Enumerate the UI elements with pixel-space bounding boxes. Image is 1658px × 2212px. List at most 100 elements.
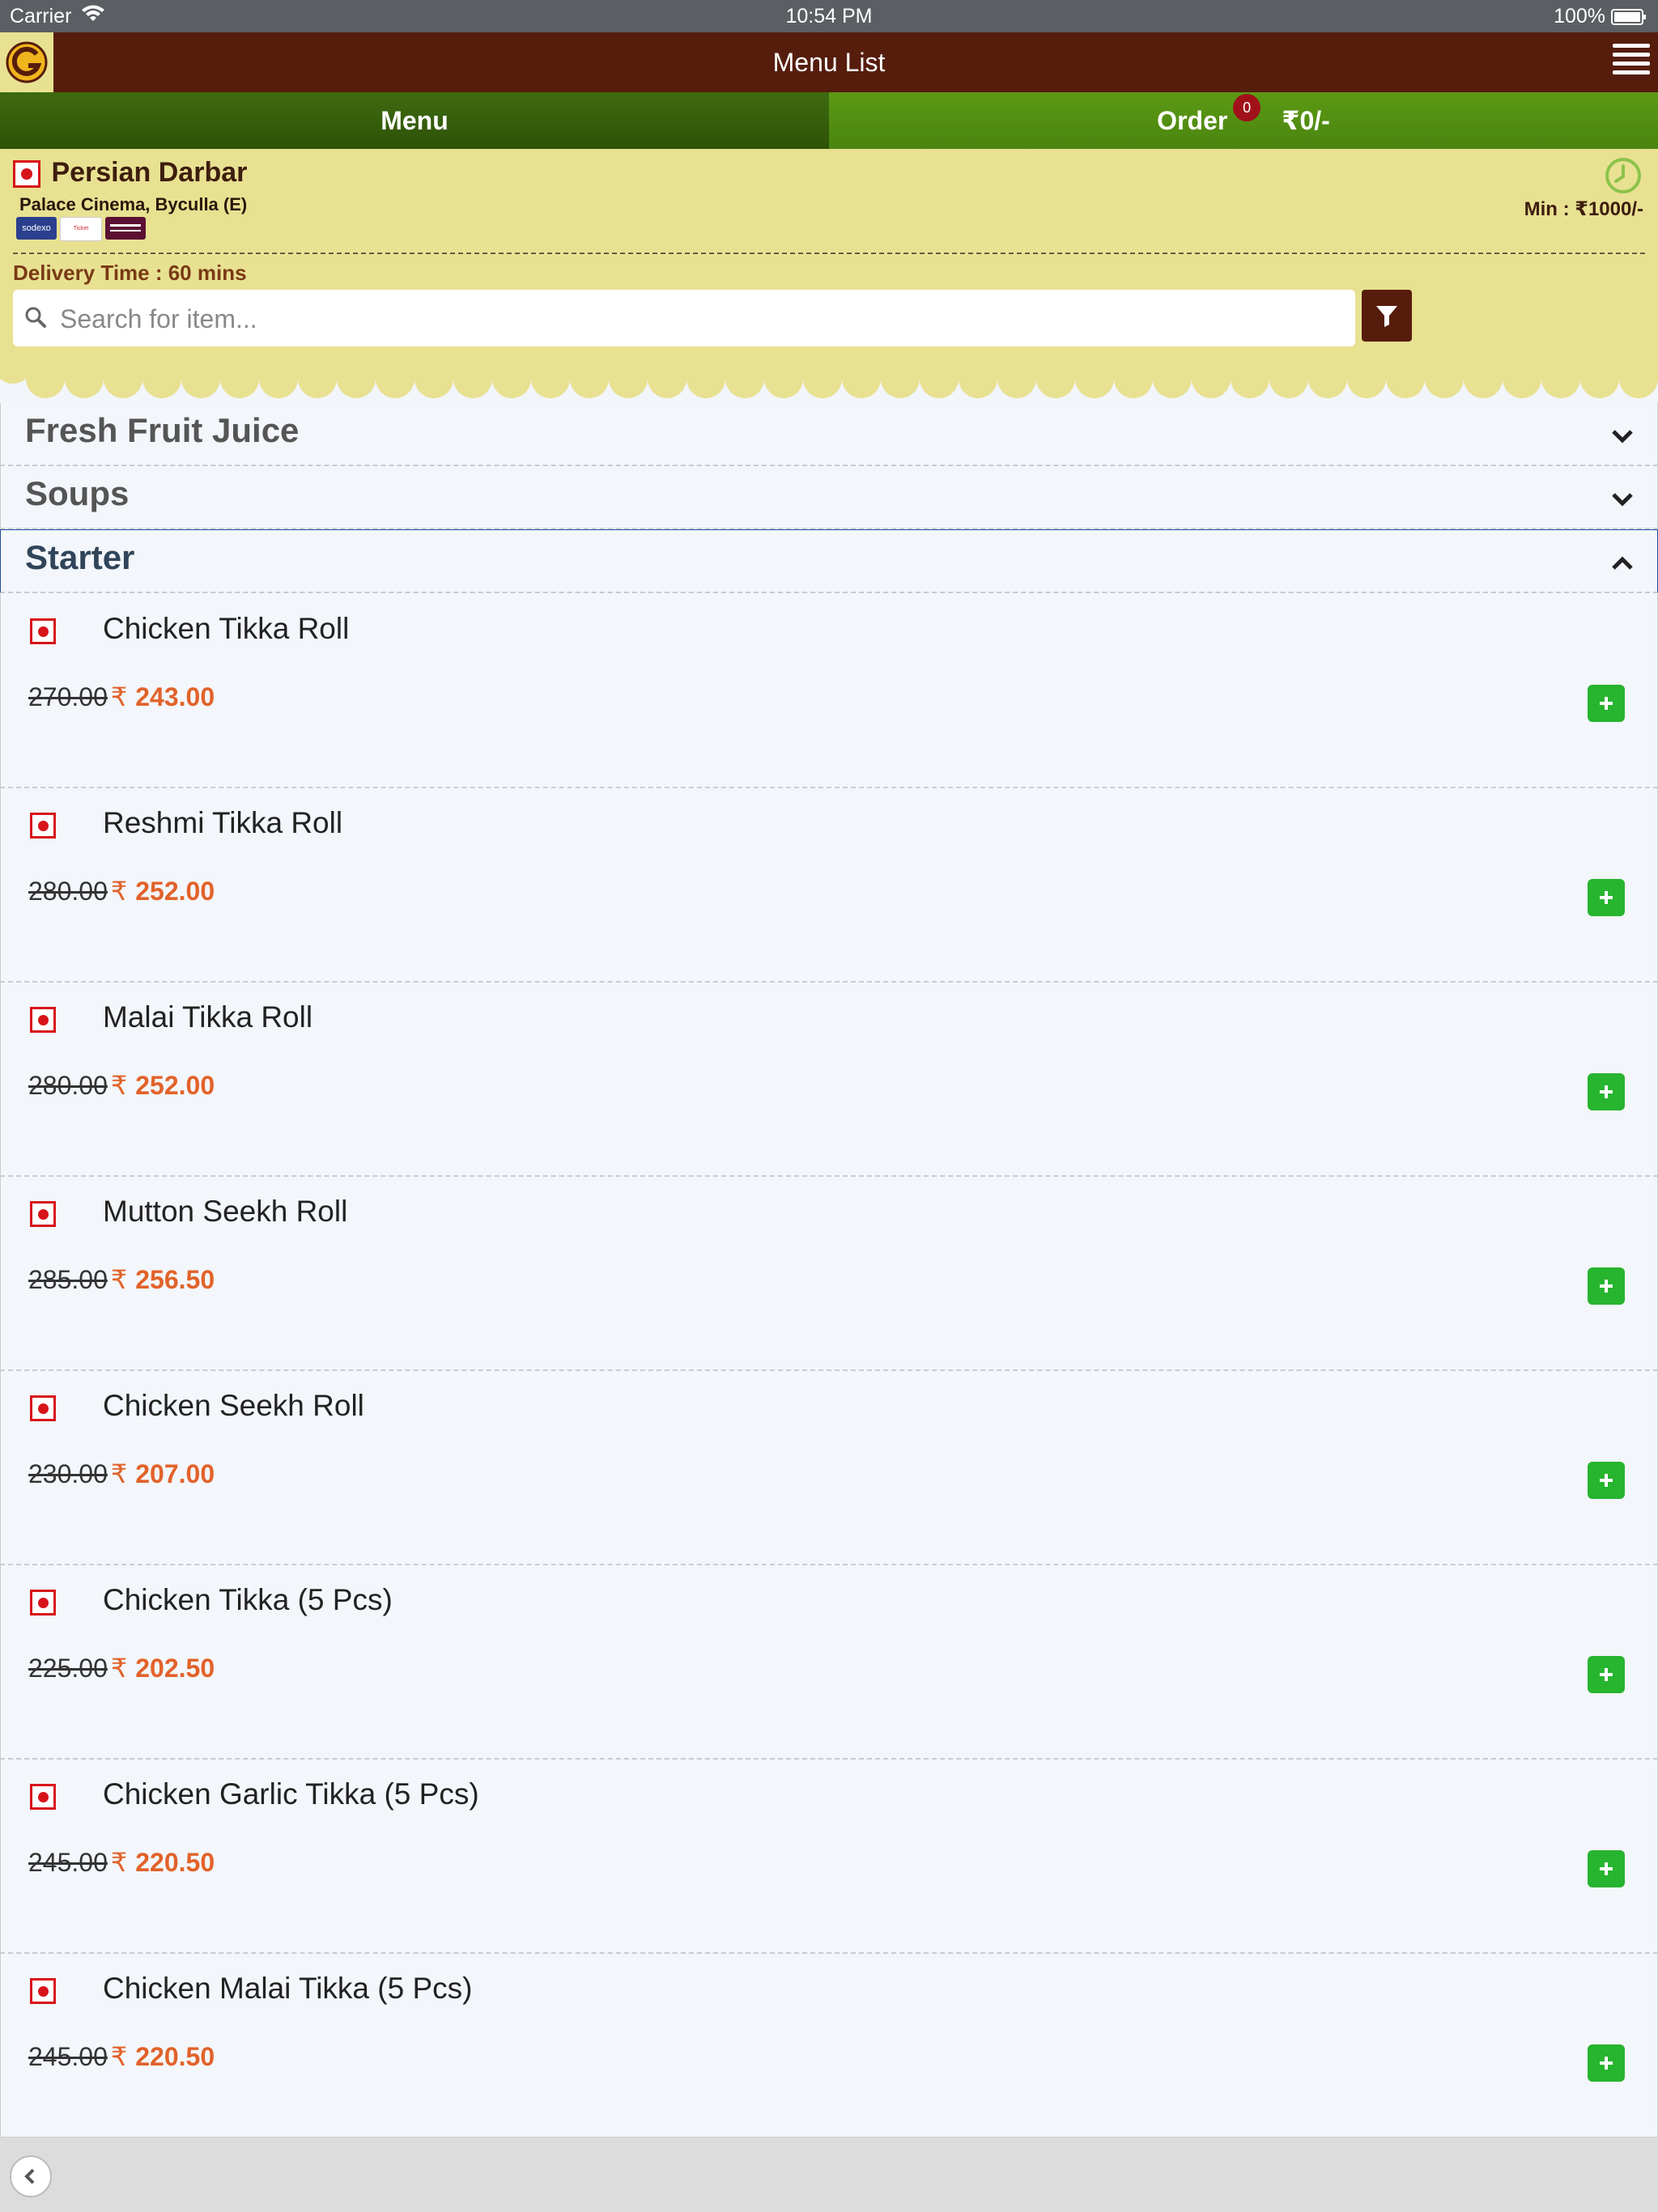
- nonveg-indicator-icon: [30, 813, 56, 839]
- item-price-row: 270.00 ₹243.00: [28, 681, 215, 712]
- add-item-button[interactable]: [1588, 2044, 1625, 2082]
- tab-menu-label: Menu: [380, 106, 449, 135]
- item-original-price: 245.00: [28, 1848, 108, 1877]
- menu-item: Reshmi Tikka Roll 280.00 ₹252.00: [0, 788, 1658, 983]
- item-price-row: 230.00 ₹207.00: [28, 1458, 215, 1489]
- rupee-icon: ₹: [110, 1654, 128, 1683]
- item-discount-price: 243.00: [135, 682, 215, 711]
- item-price-row: 280.00 ₹252.00: [28, 876, 215, 906]
- page-title: Menu List: [772, 48, 886, 77]
- battery-level: 100%: [1554, 5, 1647, 28]
- item-name: Chicken Seekh Roll: [103, 1389, 364, 1422]
- add-item-button[interactable]: [1588, 1267, 1625, 1305]
- item-name: Malai Tikka Roll: [103, 1000, 313, 1034]
- chevron-left-icon: [24, 2168, 35, 2184]
- item-discount-price: 252.00: [135, 877, 215, 906]
- chevron-up-icon: [1612, 556, 1633, 570]
- item-discount-price: 220.50: [135, 1848, 215, 1877]
- battery-percent: 100%: [1554, 5, 1606, 28]
- restaurant-address: Palace Cinema, Byculla (E): [19, 194, 248, 214]
- search-box: [13, 290, 1355, 346]
- nonveg-indicator-icon: [30, 1395, 56, 1421]
- item-original-price: 230.00: [28, 1459, 108, 1488]
- item-price-row: 225.00 ₹202.50: [28, 1653, 215, 1683]
- item-discount-price: 256.50: [135, 1265, 215, 1294]
- hamburger-menu-icon[interactable]: [1613, 44, 1650, 81]
- restaurant-name: Persian Darbar: [51, 157, 248, 188]
- search-input[interactable]: [58, 296, 1341, 342]
- add-item-button[interactable]: [1588, 1850, 1625, 1887]
- add-item-button[interactable]: [1588, 1462, 1625, 1499]
- tab-bar: Menu Order 0 ₹0/-: [0, 92, 1658, 149]
- search-icon: [23, 304, 50, 332]
- plus-icon: [1600, 2057, 1613, 2070]
- item-original-price: 280.00: [28, 877, 108, 906]
- cart-total: ₹0/-: [1282, 106, 1330, 135]
- item-original-price: 280.00: [28, 1071, 108, 1100]
- battery-icon: [1611, 9, 1646, 26]
- category-soups[interactable]: Soups: [0, 466, 1658, 529]
- add-item-button[interactable]: [1588, 685, 1625, 722]
- plus-icon: [1600, 1862, 1613, 1875]
- rupee-icon: ₹: [110, 1848, 128, 1877]
- item-name: Reshmi Tikka Roll: [103, 806, 343, 839]
- back-button[interactable]: [10, 2155, 52, 2197]
- nonveg-indicator-icon: [30, 1784, 56, 1810]
- title-bar: Menu List: [0, 32, 1658, 92]
- rupee-icon: ₹: [110, 1265, 128, 1294]
- category-label: Fresh Fruit Juice: [25, 411, 300, 449]
- rupee-icon: ₹: [110, 1071, 128, 1100]
- item-original-price: 285.00: [28, 1265, 108, 1294]
- category-starter[interactable]: Starter: [0, 529, 1658, 593]
- plus-icon: [1600, 1474, 1613, 1487]
- add-item-button[interactable]: [1588, 1656, 1625, 1693]
- sodexo-card-icon: sodexo: [16, 217, 57, 240]
- item-original-price: 225.00: [28, 1654, 108, 1683]
- status-bar: Carrier 10:54 PM 100%: [0, 0, 1658, 32]
- category-label: Starter: [25, 538, 135, 576]
- item-price-row: 285.00 ₹256.50: [28, 1264, 215, 1295]
- cart-count-badge: 0: [1233, 94, 1261, 121]
- nonveg-indicator-icon: [30, 1590, 56, 1615]
- rupee-icon: ₹: [110, 682, 128, 711]
- menu-item: Chicken Tikka Roll 270.00 ₹243.00: [0, 594, 1658, 788]
- menu-item: Chicken Garlic Tikka (5 Pcs) 245.00 ₹220.…: [0, 1760, 1658, 1954]
- chevron-down-icon: [1612, 430, 1633, 444]
- item-name: Chicken Tikka Roll: [103, 612, 350, 645]
- clock-time: 10:54 PM: [785, 5, 873, 28]
- restaurant-info: Persian Darbar Palace Cinema, Byculla (E…: [0, 149, 1658, 367]
- add-item-button[interactable]: [1588, 879, 1625, 916]
- plus-icon: [1600, 1085, 1613, 1098]
- rupee-icon: ₹: [110, 2042, 128, 2071]
- item-discount-price: 220.50: [135, 2042, 215, 2071]
- item-discount-price: 202.50: [135, 1654, 215, 1683]
- nonveg-indicator-icon: [30, 1201, 56, 1227]
- divider: [13, 253, 1645, 254]
- item-name: Chicken Tikka (5 Pcs): [103, 1583, 393, 1616]
- ticket-restaurant-card-icon: Ticket Restaurant: [60, 217, 102, 241]
- scalloped-divider: [0, 367, 1658, 400]
- credit-card-icon: [105, 217, 146, 240]
- tab-menu[interactable]: Menu: [0, 92, 829, 149]
- rupee-icon: ₹: [110, 1459, 128, 1488]
- item-discount-price: 252.00: [135, 1071, 215, 1100]
- chevron-down-icon: [1612, 493, 1633, 507]
- menu-item: Chicken Tikka (5 Pcs) 225.00 ₹202.50: [0, 1565, 1658, 1760]
- item-original-price: 270.00: [28, 682, 108, 711]
- nonveg-indicator-icon: [30, 1978, 56, 2004]
- tab-order[interactable]: Order 0 ₹0/-: [829, 92, 1658, 149]
- item-price-row: 280.00 ₹252.00: [28, 1070, 215, 1101]
- filter-button[interactable]: [1362, 290, 1412, 342]
- bottom-bar: [0, 2137, 1658, 2212]
- menu-item: Malai Tikka Roll 280.00 ₹252.00: [0, 983, 1658, 1177]
- category-fresh-fruit-juice[interactable]: Fresh Fruit Juice: [0, 403, 1658, 466]
- item-original-price: 245.00: [28, 2042, 108, 2071]
- clock-icon: [1605, 157, 1642, 194]
- category-label: Soups: [25, 474, 130, 512]
- plus-icon: [1600, 1668, 1613, 1681]
- add-item-button[interactable]: [1588, 1073, 1625, 1110]
- menu-item: Chicken Malai Tikka (5 Pcs) 245.00 ₹220.5…: [0, 1954, 1658, 2137]
- item-price-row: 245.00 ₹220.50: [28, 2041, 215, 2072]
- menu-item: Mutton Seekh Roll 285.00 ₹256.50: [0, 1177, 1658, 1371]
- nonveg-indicator-icon: [13, 160, 40, 189]
